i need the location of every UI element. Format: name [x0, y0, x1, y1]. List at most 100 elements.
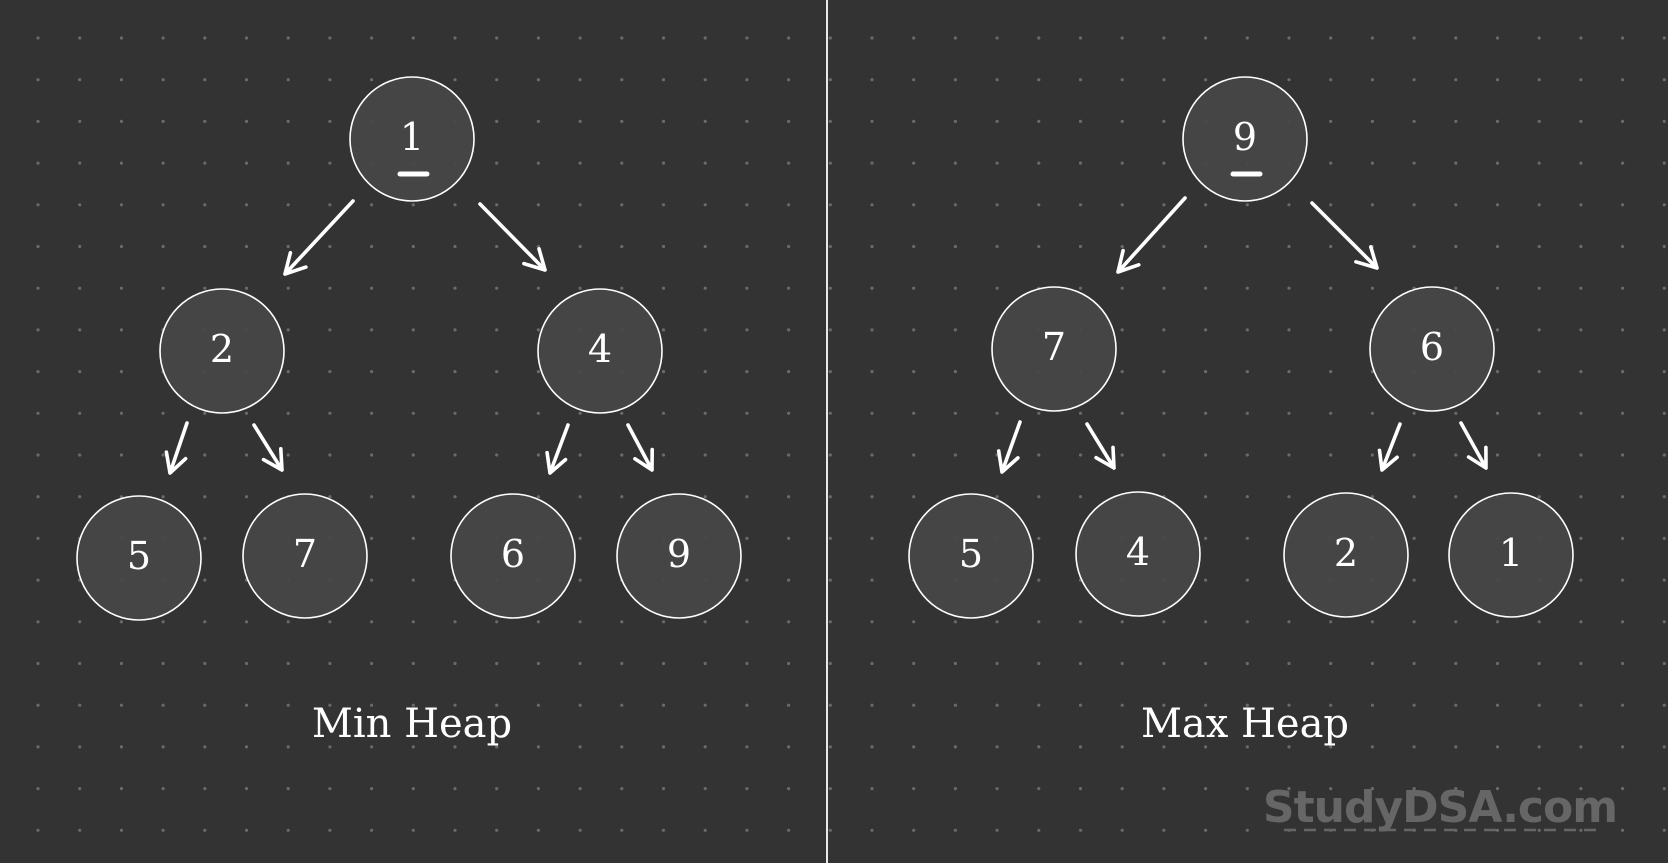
grid-dot: [1037, 828, 1041, 832]
grid-dot: [453, 495, 457, 499]
grid-dot: [1370, 161, 1374, 165]
grid-dot: [286, 828, 290, 832]
grid-dot: [244, 244, 249, 249]
grid-dot: [411, 536, 415, 541]
grid-dot: [1370, 620, 1374, 624]
grid-dot: [1662, 536, 1666, 541]
grid-dot: [787, 411, 791, 415]
grid-dot: [787, 119, 791, 123]
grid-dot: [1621, 328, 1625, 332]
grid-dot: [1329, 328, 1333, 332]
grid-dot: [244, 411, 249, 415]
grid-dot: [161, 787, 165, 791]
grid-dot: [620, 78, 624, 82]
grid-dot: [745, 495, 749, 499]
grid-dot: [161, 203, 165, 207]
grid-dot: [1037, 620, 1041, 624]
grid-dot: [411, 787, 415, 791]
grid-dot: [912, 203, 916, 207]
grid-dot: [119, 453, 123, 457]
grid-dot: [78, 119, 82, 123]
grid-dot: [1078, 661, 1083, 666]
grid-dot: [203, 787, 207, 791]
grid-dot: [536, 328, 541, 332]
grid-dot: [620, 828, 624, 832]
grid-dot: [1120, 244, 1124, 249]
grid-dot: [870, 328, 874, 332]
grid-dot: [1329, 119, 1333, 123]
grid-dot: [495, 787, 499, 791]
grid-dot: [1621, 286, 1625, 290]
grid-dot: [1245, 370, 1249, 374]
node-value: 7: [293, 532, 317, 576]
grid-dot: [703, 787, 707, 791]
grid-dot: [578, 36, 582, 40]
grid-dot: [1370, 203, 1374, 207]
max-heap-title: Max Heap: [1141, 701, 1349, 747]
grid-dot: [1412, 703, 1416, 707]
grid-dot: [453, 411, 457, 415]
grid-dot: [1495, 161, 1500, 165]
grid-dot: [203, 119, 207, 123]
grid-dot: [36, 578, 40, 582]
grid-dot: [1579, 78, 1583, 82]
grid-dot: [1579, 495, 1583, 499]
grid-dot: [286, 661, 290, 666]
grid-dot: [745, 328, 749, 332]
grid-dot: [203, 578, 207, 582]
grid-dot: [661, 620, 666, 624]
node-value: 4: [1126, 530, 1150, 574]
grid-dot: [411, 578, 415, 582]
grid-dot: [995, 787, 999, 791]
grid-dot: [578, 703, 582, 707]
grid-dot: [828, 828, 832, 832]
grid-dot: [578, 661, 582, 666]
grid-dot: [1078, 161, 1083, 165]
grid-dot: [328, 787, 332, 791]
grid-dot: [78, 36, 82, 40]
grid-dot: [1120, 745, 1124, 749]
grid-dot: [1037, 453, 1041, 457]
grid-dot: [161, 453, 165, 457]
grid-dot: [578, 286, 582, 290]
grid-dot: [1287, 36, 1291, 40]
grid-dot: [661, 411, 666, 415]
grid-dot: [1537, 453, 1541, 457]
grid-dot: [870, 244, 874, 249]
grid-dot: [995, 745, 999, 749]
grid-dot: [1537, 745, 1541, 749]
grid-dot: [912, 787, 916, 791]
grid-dot: [495, 411, 499, 415]
grid-dot: [1037, 578, 1041, 582]
grid-dot: [495, 161, 499, 165]
grid-dot: [1245, 203, 1249, 207]
grid-dot: [119, 244, 123, 249]
grid-dot: [286, 787, 290, 791]
grid-dot: [870, 453, 874, 457]
grid-dot: [703, 703, 707, 707]
grid-dot: [1370, 286, 1374, 290]
grid-dot: [870, 578, 874, 582]
grid-dot: [912, 828, 916, 832]
grid-dot: [203, 244, 207, 249]
grid-dot: [1495, 703, 1500, 707]
min-heap-title: Min Heap: [312, 701, 512, 747]
grid-dot: [328, 36, 332, 40]
grid-dot: [1454, 453, 1458, 457]
grid-dot: [411, 620, 415, 624]
grid-dot: [1621, 36, 1625, 40]
grid-dot: [912, 703, 916, 707]
grid-dot: [995, 495, 999, 499]
grid-dot: [1454, 661, 1458, 666]
grid-dot: [1204, 203, 1208, 207]
node-value: 9: [1233, 115, 1257, 159]
grid-dot: [1037, 78, 1041, 82]
grid-dot: [828, 703, 832, 707]
grid-dot: [661, 119, 666, 123]
grid-dot: [953, 161, 958, 165]
grid-dot: [661, 203, 666, 207]
grid-dot: [1245, 536, 1249, 541]
grid-dot: [328, 453, 332, 457]
grid-dot: [912, 78, 916, 82]
grid-dot: [1204, 620, 1208, 624]
